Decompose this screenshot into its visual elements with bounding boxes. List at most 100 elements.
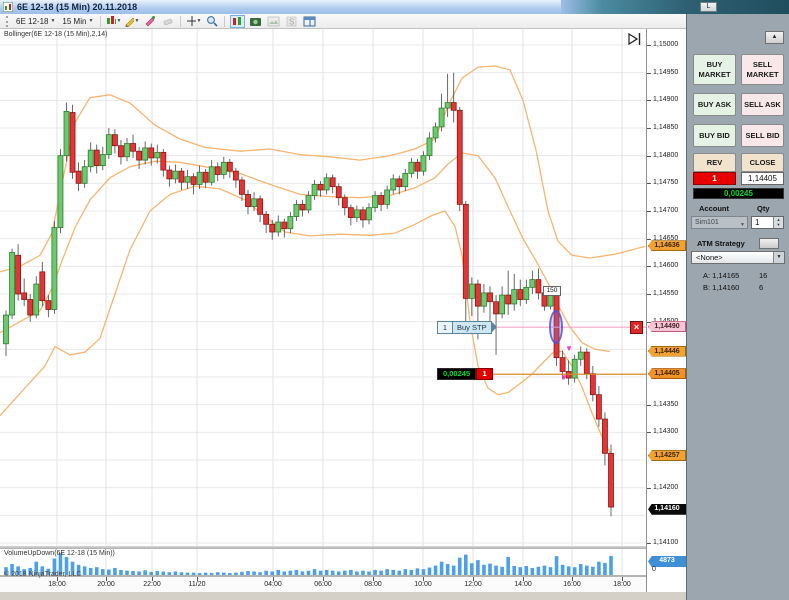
candle — [396, 178, 403, 188]
candle — [517, 289, 524, 300]
chart-trader-panel: ▲ BUY MARKET SELL MARKET BUY ASK SELL AS… — [686, 14, 789, 600]
indicator-price-tag: 1,14257 — [648, 450, 686, 462]
candle — [523, 286, 530, 300]
axis-tick — [647, 542, 651, 544]
pencil-icon[interactable]: ▼ — [124, 15, 139, 28]
candle — [511, 289, 518, 305]
chevron-down-icon: ▼ — [50, 18, 56, 24]
candle — [257, 198, 264, 215]
candle — [444, 102, 451, 109]
entry-price-tag: 1,14405 — [648, 368, 686, 380]
panel-splitter[interactable] — [0, 546, 646, 549]
bar-type-icon[interactable] — [230, 14, 246, 28]
trading-window: 6E 12-18 (15 Min) 20.11.2018 L 6E 12-18 … — [0, 0, 789, 600]
strategy-icon[interactable]: S — [284, 15, 299, 28]
volume-bar — [113, 567, 117, 575]
candle — [136, 150, 143, 161]
quantity-stepper[interactable]: 1 ▲ ▼ — [751, 216, 784, 229]
ellipse-annotation[interactable] — [549, 310, 563, 344]
buy-ask-button[interactable]: BUY ASK — [693, 93, 736, 116]
chart-style-icon[interactable]: ▼ — [106, 15, 121, 28]
candle — [33, 283, 40, 316]
open-position-price: 1,14405 — [741, 172, 784, 185]
time-tick-label: 10:00 — [414, 581, 432, 588]
interval-label: 15 Min — [62, 16, 87, 26]
volume-bar — [578, 564, 583, 575]
interval-dropdown[interactable]: 15 Min ▼ — [60, 15, 95, 28]
crosshair-icon[interactable]: ▼ — [186, 15, 201, 28]
candle — [559, 357, 566, 372]
instrument-dropdown[interactable]: 6E 12-18 ▼ — [14, 15, 57, 28]
account-select[interactable]: Sim101 ▼ — [691, 216, 748, 229]
candle — [493, 301, 499, 315]
candle — [226, 161, 233, 172]
atm-options-button[interactable] — [759, 238, 779, 249]
close-button[interactable]: CLOSE — [741, 153, 784, 172]
candle — [432, 126, 439, 139]
candle — [196, 171, 203, 185]
axis-tick — [647, 404, 651, 406]
price-axis[interactable]: 1,15000 1,14950 1,14900 1,14850 1,14800 1,147… — [646, 29, 686, 592]
candle — [535, 279, 542, 294]
price-tick-label: 1,14850 — [653, 123, 679, 131]
candle — [456, 109, 463, 205]
go-to-end-icon[interactable] — [626, 31, 643, 52]
candle — [596, 394, 602, 420]
candle — [571, 358, 578, 379]
buy-market-button[interactable]: BUY MARKET — [693, 54, 736, 85]
candle — [360, 209, 366, 221]
order-type-label: Buy STP — [457, 323, 487, 332]
image-icon[interactable] — [266, 15, 281, 28]
candle — [347, 207, 354, 219]
ask-price: A: 1,14165 — [703, 271, 740, 280]
zoom-icon[interactable] — [204, 15, 219, 28]
spinner-arrows-icon[interactable]: ▲ ▼ — [773, 217, 783, 228]
candle — [390, 178, 397, 191]
chevron-down-icon: ▼ — [134, 18, 140, 24]
candle — [299, 203, 306, 211]
sell-bid-button[interactable]: SELL BID — [741, 124, 784, 147]
indicator-price-tag: 1,14636 — [648, 240, 686, 252]
atm-strategy-select[interactable]: <None> ▼ — [691, 251, 785, 264]
candle — [178, 170, 185, 183]
toolbar-grip[interactable] — [6, 15, 9, 27]
eraser-icon[interactable] — [160, 15, 175, 28]
candle — [81, 166, 88, 184]
collapse-panel-button[interactable]: ▲ — [765, 31, 784, 44]
candle — [9, 252, 15, 316]
volume-bar — [476, 560, 480, 575]
volume-bar — [482, 564, 486, 575]
panel-icon[interactable] — [302, 15, 317, 28]
candle — [99, 154, 106, 167]
candle — [583, 351, 590, 375]
desktop-corner-button[interactable]: L — [700, 2, 717, 12]
marker-icon[interactable] — [142, 15, 157, 28]
candle — [148, 147, 155, 159]
position-marker[interactable]: 0,00245 1 — [437, 368, 494, 380]
volume-bar — [530, 567, 535, 575]
price-tick-label: 1,14900 — [653, 96, 679, 104]
candle — [3, 314, 9, 345]
candle — [69, 112, 76, 173]
reverse-button[interactable]: REV — [693, 153, 736, 172]
buy-stop-order-marker[interactable]: 1 Buy STP — [437, 321, 497, 334]
axis-tick — [647, 210, 651, 212]
candle — [402, 172, 409, 188]
sell-market-button[interactable]: SELL MARKET — [741, 54, 784, 85]
candle — [341, 197, 348, 209]
title-bar[interactable]: 6E 12-18 (15 Min) 20.11.2018 L — [0, 0, 789, 14]
snapshot-icon[interactable] — [248, 15, 263, 28]
time-axis[interactable]: 18:00 20:00 22:00 11/20 04:00 06:00 08:00 10:00… — [0, 577, 686, 592]
time-tick-label: 22:00 — [143, 581, 161, 588]
cancel-order-button[interactable]: × — [630, 321, 643, 334]
candle — [378, 195, 385, 205]
candle — [275, 221, 282, 233]
buy-bid-button[interactable]: BUY BID — [693, 124, 736, 147]
time-tick-label: 04:00 — [264, 581, 282, 588]
candle — [384, 189, 391, 205]
volume-bar — [597, 561, 601, 575]
sell-ask-button[interactable]: SELL ASK — [741, 93, 784, 116]
candle — [166, 169, 173, 180]
atm-strategy-value: <None> — [696, 253, 723, 262]
volume-bar — [609, 555, 613, 575]
